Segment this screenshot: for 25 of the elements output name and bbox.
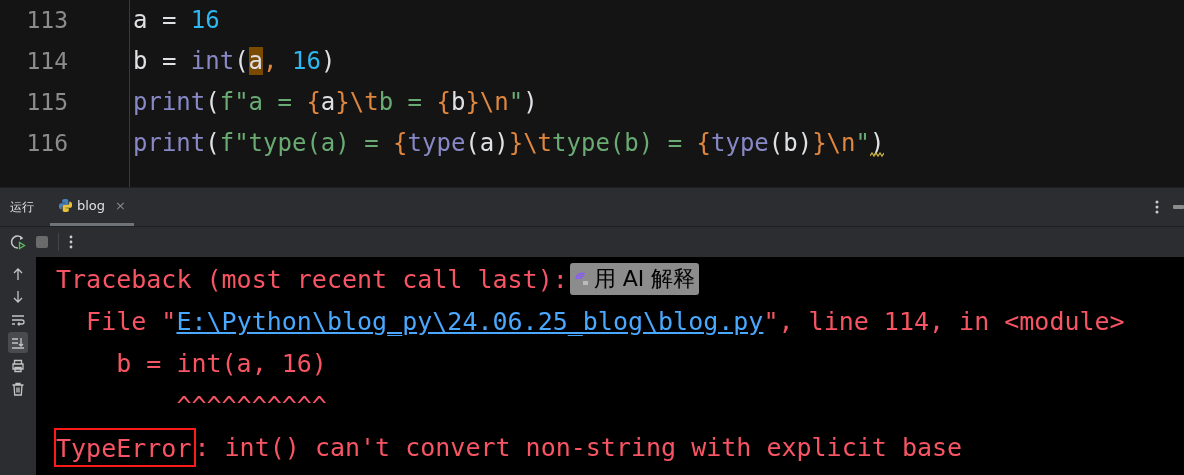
console-text: ", line 114, in <module> xyxy=(763,306,1125,336)
error-type-highlight: TypeError xyxy=(56,429,195,465)
line-number: 116 xyxy=(25,129,68,158)
panel-title: 运行 xyxy=(10,198,34,216)
ai-explain-button[interactable]: 用 AI 解释 xyxy=(569,263,700,295)
file-link[interactable]: E:\Python\blog_py\24.06.25_blog\blog.py xyxy=(176,306,764,336)
console-text: ^^^^^^^^^^ xyxy=(175,390,327,420)
more-icon[interactable] xyxy=(69,235,73,249)
close-icon[interactable]: × xyxy=(115,198,126,213)
console-text: : int() can't convert non-string with explicit base xyxy=(194,432,963,462)
line-number: 113 xyxy=(25,6,68,35)
python-icon xyxy=(58,198,73,213)
code-line: print(f"type(a) = {type(a)}\ttype(b) = {type(b)}\n") xyxy=(133,128,885,159)
ai-icon xyxy=(573,271,590,287)
scroll-to-end-icon[interactable] xyxy=(8,332,28,353)
code-line: b = int(a, 16) xyxy=(133,46,336,77)
code-line: a = 16 xyxy=(133,5,220,36)
console-text: Traceback (most recent call last): xyxy=(56,264,568,294)
line-number: 115 xyxy=(25,88,68,117)
rerun-icon[interactable] xyxy=(10,234,26,250)
line-number: 114 xyxy=(25,47,68,76)
more-icon[interactable] xyxy=(1155,200,1159,214)
console-text: File " xyxy=(85,306,177,336)
console-text: b = int(a, 16) xyxy=(115,348,327,378)
code-line: print(f"a = {a}\tb = {b}\n") xyxy=(133,87,538,118)
